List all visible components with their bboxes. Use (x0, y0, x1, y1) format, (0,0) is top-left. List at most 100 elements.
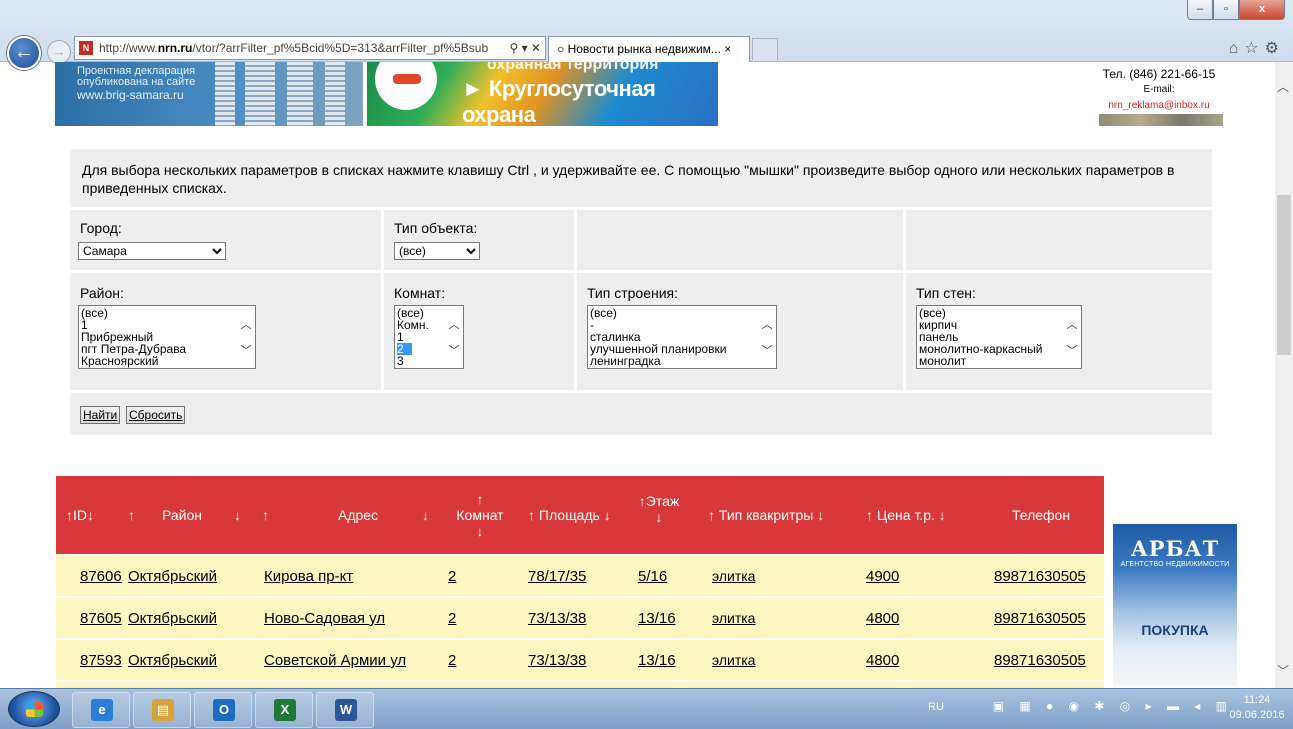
taskbar-ie[interactable]: e (72, 692, 130, 728)
cell-floor[interactable]: 5/16 (638, 568, 667, 585)
district-option[interactable]: Красноярский (81, 355, 253, 367)
chevron-up-icon[interactable]: ︿ (1277, 78, 1289, 95)
district-listbox[interactable]: (все) 1 Прибрежный пгт Петра-Дубрава Кра… (78, 305, 256, 369)
sort-id[interactable]: ↑ID↓ (66, 476, 94, 554)
cell-district[interactable]: Октябрьский (128, 652, 217, 669)
cell-flat-type[interactable]: элитка (712, 568, 755, 584)
cell-district[interactable]: Октябрьский (128, 610, 217, 627)
cell-floor[interactable]: 13/16 (638, 652, 676, 669)
rooms-listbox[interactable]: (все) Комн. 1 2 3 ︿ ﹀ (394, 305, 464, 369)
rooms-scrollbar[interactable]: ︿ ﹀ (446, 306, 463, 368)
sort-floor-desc[interactable]: ↓ (656, 509, 663, 525)
sort-floor-asc[interactable]: ↑Этаж (639, 493, 679, 509)
reset-button[interactable]: Сбросить (126, 406, 186, 424)
sort-area[interactable]: ↑ Площадь ↓ (528, 476, 611, 554)
cell-phone[interactable]: 89871630505 (994, 610, 1086, 627)
cell-id[interactable]: 87593 (80, 652, 122, 669)
forward-button[interactable]: → (47, 40, 71, 64)
building-type-scrollbar[interactable]: ︿ ﹀ (759, 306, 776, 368)
cell-phone[interactable]: 89871630505 (994, 568, 1086, 585)
cell-rooms[interactable]: 2 (448, 610, 456, 627)
column-rooms[interactable]: ↑ Комнат ↓ (450, 476, 510, 554)
cell-address[interactable]: Советской Армии ул (264, 652, 406, 669)
maximize-button[interactable]: ▫ (1213, 0, 1239, 20)
taskbar-explorer[interactable]: ▤ (133, 692, 191, 728)
district-scrollbar[interactable]: ︿ ﹀ (238, 306, 255, 368)
object-type-select[interactable]: (все) (394, 242, 480, 260)
taskbar-excel[interactable]: X (255, 692, 313, 728)
sort-address-asc[interactable]: ↑ (262, 476, 269, 554)
sort-flat-type[interactable]: ↑ Тип квакритры ↓ (708, 476, 824, 554)
address-bar[interactable]: N http://www.nrn.ru/vtor/?arrFilter_pf%5… (74, 36, 546, 60)
wall-type-scrollbar[interactable]: ︿ ﹀ (1064, 306, 1081, 368)
building-type-option[interactable]: (все) (590, 307, 774, 319)
tab-active[interactable]: ○ Новости рынка недвижим... × (548, 36, 750, 62)
cell-floor[interactable]: 13/16 (638, 610, 676, 627)
wall-type-option[interactable]: монолит (919, 355, 1079, 367)
sort-district-desc[interactable]: ↓ (234, 476, 241, 554)
start-button[interactable] (8, 691, 60, 727)
city-select[interactable]: Самара (78, 242, 226, 260)
tab-title: Новости рынка недвижим... (567, 42, 721, 56)
back-button[interactable]: ← (7, 36, 41, 70)
cell-district[interactable]: Октябрьский (128, 568, 217, 585)
cell-rooms[interactable]: 2 (448, 568, 456, 585)
cell-area[interactable]: 73/13/38 (528, 610, 586, 627)
cell-id[interactable]: 87606 (80, 568, 122, 585)
sort-price[interactable]: ↑ Цена т.р. ↓ (866, 476, 946, 554)
find-button[interactable]: Найти (80, 406, 121, 424)
building-type-option[interactable]: ленинградка (590, 355, 774, 367)
scrollbar-thumb[interactable] (1277, 195, 1291, 355)
sort-rooms-asc[interactable]: ↑ (477, 491, 484, 507)
cell-area[interactable]: 78/17/35 (528, 568, 586, 585)
cell-phone[interactable]: 89871630505 (994, 652, 1086, 669)
chevron-up-icon[interactable]: ︿ (761, 320, 773, 331)
cell-price[interactable]: 4800 (866, 610, 899, 627)
sort-rooms-desc[interactable]: ↓ (477, 523, 484, 539)
page-scrollbar[interactable]: ︿ ﹀ (1275, 62, 1293, 688)
address-search-refresh-icons[interactable]: ⚲ ▾ ✕ (505, 37, 541, 59)
chevron-up-icon[interactable]: ︿ (1066, 320, 1078, 331)
chevron-down-icon[interactable]: ﹀ (761, 346, 773, 357)
language-indicator[interactable]: RU (928, 701, 944, 713)
ad-banner[interactable]: Проектная декларация опубликована на сай… (55, 62, 1223, 126)
banner-security[interactable]: охранная территория ► Круглосуточная охр… (367, 62, 718, 126)
cell-price[interactable]: 4800 (866, 652, 899, 669)
chevron-up-icon[interactable]: ︿ (448, 320, 460, 331)
arbat-cta: ПОКУПКА (1141, 622, 1209, 638)
excel-icon: X (274, 699, 296, 721)
object-type-label: Тип объекта: (394, 220, 478, 236)
cell-address[interactable]: Кирова пр-кт (264, 568, 353, 585)
banner-brig-samara[interactable]: Проектная декларация опубликована на сай… (55, 62, 363, 126)
arbat-ad[interactable]: АРБАТ АГЕНТСТВО НЕДВИЖИМОСТИ ПОКУПКА (1113, 524, 1237, 686)
chevron-down-icon[interactable]: ﹀ (240, 346, 252, 357)
wall-type-listbox[interactable]: (все) кирпич панель монолитно-каркасный … (916, 305, 1082, 369)
cell-price[interactable]: 4900 (866, 568, 899, 585)
column-floor[interactable]: ↑Этаж ↓ (636, 470, 682, 548)
tab-close-icon[interactable]: × (721, 42, 731, 56)
cell-area[interactable]: 73/13/38 (528, 652, 586, 669)
chevron-down-icon[interactable]: ﹀ (1066, 346, 1078, 357)
cell-flat-type[interactable]: элитка (712, 652, 755, 668)
clock[interactable]: 11:24 09.06.2016 (1227, 693, 1287, 723)
system-tray-icons[interactable]: ▣ ▦ ● ◉ ✱ ◎ ▸ ▬ ◂ ▥ (993, 699, 1233, 713)
district-option[interactable]: (все) (81, 307, 253, 319)
cell-flat-type[interactable]: элитка (712, 610, 755, 626)
close-button[interactable]: x (1239, 0, 1285, 20)
cell-id[interactable]: 87605 (80, 610, 122, 627)
home-favorites-settings-icons[interactable]: ⌂☆⚙ (1229, 38, 1285, 58)
banner-contacts[interactable]: Тел. (846) 221-66-15 E-mail: nrn_reklama… (1095, 62, 1223, 126)
minimize-button[interactable]: – (1187, 0, 1213, 20)
taskbar-outlook[interactable]: O (194, 692, 252, 728)
tab-loading-icon: ○ (557, 42, 568, 56)
chevron-down-icon[interactable]: ﹀ (1277, 662, 1289, 679)
cell-address[interactable]: Ново-Садовая ул (264, 610, 385, 627)
sort-district-asc[interactable]: ↑ (128, 476, 135, 554)
chevron-up-icon[interactable]: ︿ (240, 320, 252, 331)
new-tab-button[interactable] (752, 38, 778, 60)
chevron-down-icon[interactable]: ﹀ (448, 346, 460, 357)
cell-rooms[interactable]: 2 (448, 652, 456, 669)
sort-address-desc[interactable]: ↓ (422, 476, 429, 554)
taskbar-word[interactable]: W (316, 692, 374, 728)
building-type-listbox[interactable]: (все) - сталинка улучшенной планировки л… (587, 305, 777, 369)
